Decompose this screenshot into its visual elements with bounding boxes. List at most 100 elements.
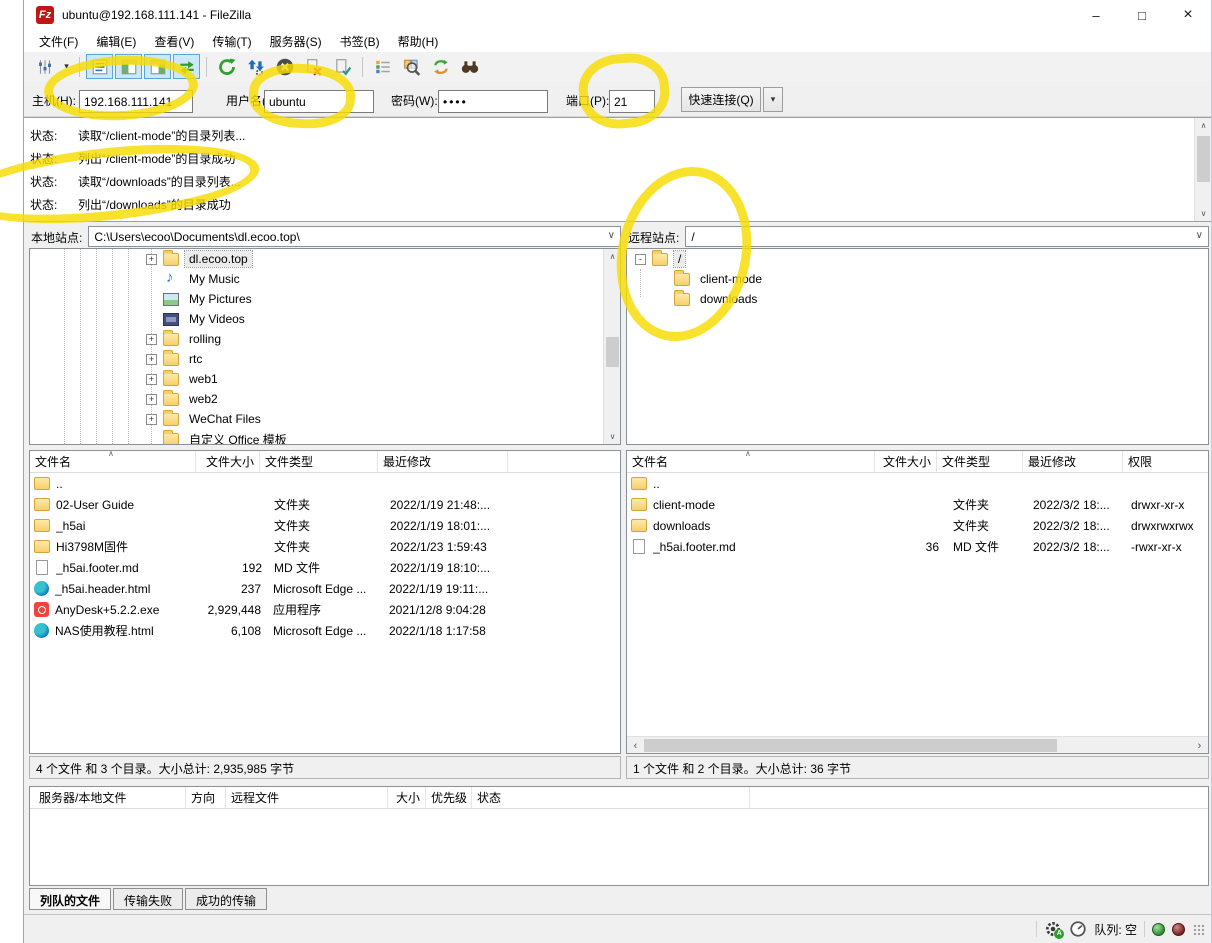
file-row[interactable]: NAS使用教程.html 6,108 Microsoft Edge ... 20…	[30, 620, 620, 641]
local-tree-scrollbar[interactable]: ∧ ∨	[603, 249, 620, 444]
site-manager-button[interactable]	[31, 54, 58, 79]
file-type: 文件夹	[953, 496, 1025, 513]
menu-item[interactable]: 查看(V)	[145, 31, 203, 52]
tree-item[interactable]: + dl.ecoo.top	[30, 249, 620, 269]
tree-expander[interactable]: +	[146, 394, 157, 405]
find-files-button[interactable]	[456, 54, 483, 79]
scroll-down-icon[interactable]: ∨	[604, 429, 621, 444]
file-row[interactable]: ..	[627, 473, 1208, 494]
queue-column-direction[interactable]: 方向	[186, 787, 226, 808]
quickconnect-dropdown[interactable]: ▾	[763, 87, 783, 112]
scroll-right-icon[interactable]: ›	[1191, 737, 1208, 754]
chevron-down-icon[interactable]: ∨	[608, 230, 615, 241]
minimize-button[interactable]: –	[1073, 0, 1119, 30]
tree-item[interactable]: + web2	[30, 389, 620, 409]
speed-limit-gauge-icon[interactable]	[1069, 920, 1087, 938]
menu-item[interactable]: 编辑(E)	[87, 31, 145, 52]
file-row[interactable]: _h5ai.header.html 237 Microsoft Edge ...…	[30, 578, 620, 599]
queue-tab[interactable]: 传输失败	[113, 888, 183, 910]
tree-item[interactable]: + rtc	[30, 349, 620, 369]
column-header-modified[interactable]: 最近修改	[378, 451, 508, 472]
column-header-permissions[interactable]: 权限	[1123, 451, 1157, 472]
file-row[interactable]: Hi3798M固件 文件夹 2022/1/23 1:59:43	[30, 536, 620, 557]
remote-site-combo[interactable]: / ∨	[685, 226, 1209, 247]
synchronized-browsing-button[interactable]	[427, 54, 454, 79]
tree-expander[interactable]: -	[635, 254, 646, 265]
password-input[interactable]	[438, 90, 548, 113]
local-site-combo[interactable]: C:\Users\ecoo\Documents\dl.ecoo.top\ ∨	[88, 226, 621, 247]
process-queue-button[interactable]	[242, 54, 269, 79]
username-input[interactable]	[264, 90, 374, 113]
menu-item[interactable]: 书签(B)	[331, 31, 389, 52]
menu-item[interactable]: 文件(F)	[30, 31, 87, 52]
scroll-down-icon[interactable]: ∨	[1195, 206, 1212, 221]
toggle-transfer-queue-button[interactable]	[173, 54, 200, 79]
column-header-filetype[interactable]: 文件类型	[260, 451, 378, 472]
tree-item[interactable]: + web1	[30, 369, 620, 389]
file-row[interactable]: downloads 文件夹 2022/3/2 18:... drwxrwxrwx	[627, 515, 1208, 536]
file-row[interactable]: _h5ai 文件夹 2022/1/19 18:01:...	[30, 515, 620, 536]
chevron-down-icon[interactable]: ∨	[1196, 230, 1203, 241]
maximize-button[interactable]: □	[1119, 0, 1165, 30]
disconnect-button[interactable]	[300, 54, 327, 79]
reconnect-button[interactable]	[329, 54, 356, 79]
refresh-button[interactable]	[213, 54, 240, 79]
menu-item[interactable]: 传输(T)	[203, 31, 260, 52]
tree-expander[interactable]: +	[146, 354, 157, 365]
menu-item[interactable]: 帮助(H)	[389, 31, 448, 52]
remote-list-hscrollbar[interactable]: ‹ ›	[627, 736, 1208, 753]
queue-tab[interactable]: 成功的传输	[185, 888, 267, 910]
tree-expander[interactable]: +	[146, 414, 157, 425]
log-scrollbar[interactable]: ∧ ∨	[1194, 118, 1211, 221]
scrollbar-thumb[interactable]	[606, 337, 619, 367]
tree-item[interactable]: downloads	[627, 289, 1208, 309]
column-header-modified[interactable]: 最近修改	[1023, 451, 1123, 472]
tree-item[interactable]: My Videos	[30, 309, 620, 329]
tree-item[interactable]: - /	[627, 249, 1208, 269]
toggle-remote-tree-button[interactable]	[144, 54, 171, 79]
filter-button[interactable]	[369, 54, 396, 79]
quickconnect-button[interactable]: 快速连接(Q)	[681, 87, 761, 112]
tree-item[interactable]: My Pictures	[30, 289, 620, 309]
menu-item[interactable]: 服务器(S)	[261, 31, 331, 52]
column-header-filetype[interactable]: 文件类型	[937, 451, 1023, 472]
scroll-up-icon[interactable]: ∧	[604, 249, 621, 264]
tree-item[interactable]: 自定义 Office 模板	[30, 429, 620, 445]
file-row[interactable]: 02-User Guide 文件夹 2022/1/19 21:48:...	[30, 494, 620, 515]
scrollbar-thumb[interactable]	[644, 739, 1057, 752]
port-input[interactable]	[609, 90, 655, 113]
resize-grip[interactable]	[1192, 923, 1205, 936]
file-row[interactable]: ..	[30, 473, 620, 494]
tree-item[interactable]: + rolling	[30, 329, 620, 349]
file-row[interactable]: client-mode 文件夹 2022/3/2 18:... drwxr-xr…	[627, 494, 1208, 515]
column-header-filesize[interactable]: 文件大小	[196, 451, 260, 472]
queue-column-server-local-file[interactable]: 服务器/本地文件	[34, 787, 186, 808]
queue-column-remote-file[interactable]: 远程文件	[226, 787, 388, 808]
file-row[interactable]: _h5ai.footer.md 192 MD 文件 2022/1/19 18:1…	[30, 557, 620, 578]
scroll-up-icon[interactable]: ∧	[1195, 118, 1212, 133]
tree-expander[interactable]: +	[146, 374, 157, 385]
toggle-local-tree-button[interactable]	[115, 54, 142, 79]
queue-column-status[interactable]: 状态	[472, 787, 750, 808]
column-header-filename[interactable]: 文件名	[627, 451, 875, 472]
queue-column-priority[interactable]: 优先级	[426, 787, 472, 808]
file-row[interactable]: _h5ai.footer.md 36 MD 文件 2022/3/2 18:...…	[627, 536, 1208, 557]
host-input[interactable]	[79, 90, 193, 113]
directory-comparison-button[interactable]	[398, 54, 425, 79]
tree-expander[interactable]: +	[146, 334, 157, 345]
file-row[interactable]: AnyDesk+5.2.2.exe 2,929,448 应用程序 2021/12…	[30, 599, 620, 620]
tree-expander[interactable]: +	[146, 254, 157, 265]
column-header-filesize[interactable]: 文件大小	[875, 451, 937, 472]
toggle-log-view-button[interactable]	[86, 54, 113, 79]
cancel-button[interactable]	[271, 54, 298, 79]
site-manager-dropdown[interactable]: ▾	[59, 54, 74, 79]
close-button[interactable]: ×	[1165, 0, 1211, 30]
queue-tab[interactable]: 列队的文件	[29, 888, 111, 910]
tree-item[interactable]: client-mode	[627, 269, 1208, 289]
tree-item[interactable]: + WeChat Files	[30, 409, 620, 429]
queue-column-size[interactable]: 大小	[388, 787, 426, 808]
scrollbar-thumb[interactable]	[1197, 136, 1210, 182]
scroll-left-icon[interactable]: ‹	[627, 737, 644, 754]
transfer-mode-gear-icon[interactable]: A	[1044, 920, 1062, 938]
tree-item[interactable]: My Music	[30, 269, 620, 289]
